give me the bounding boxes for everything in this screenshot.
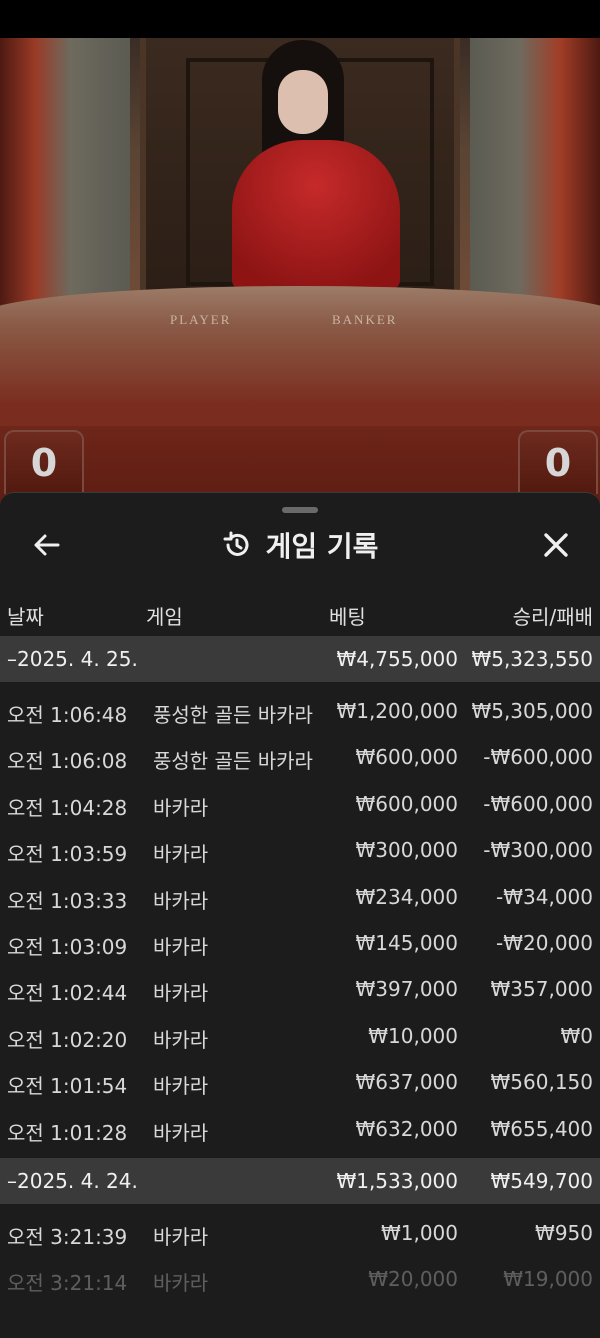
- row-time: 오전 1:04:28: [7, 795, 128, 820]
- column-header-result: 승리/패배: [512, 605, 593, 629]
- row-time: 오전 3:21:39: [7, 1224, 128, 1249]
- history-row[interactable]: 오전 1:01:28 바카라 ₩632,000 ₩655,400: [0, 1106, 600, 1152]
- row-result: ₩19,000: [503, 1267, 593, 1292]
- row-time: 오전 1:01:28: [7, 1120, 128, 1145]
- row-game: 바카라: [153, 1120, 209, 1145]
- row-result: ₩0: [560, 1023, 594, 1048]
- baccarat-table: [0, 286, 600, 426]
- history-row[interactable]: 오전 1:03:09 바카라 ₩145,000 -₩20,000: [0, 920, 600, 966]
- row-result: ₩357,000: [490, 977, 593, 1002]
- row-bet: ₩234,000: [355, 884, 458, 909]
- history-row[interactable]: 오전 1:03:33 바카라 ₩234,000 -₩34,000: [0, 874, 600, 920]
- history-row[interactable]: 오전 3:21:39 바카라 ₩1,000 ₩950: [0, 1210, 600, 1256]
- date-group-header[interactable]: –2025. 4. 25. ₩4,755,000 ₩5,323,550: [0, 636, 600, 682]
- group-total-result: ₩549,700: [490, 1168, 593, 1193]
- row-time: 오전 1:01:54: [7, 1074, 128, 1099]
- row-bet: ₩600,000: [355, 745, 458, 770]
- row-result: ₩5,305,000: [471, 699, 593, 723]
- row-result: ₩560,150: [490, 1070, 593, 1095]
- decor-wall-right: [470, 38, 600, 328]
- row-game: 바카라: [153, 795, 209, 820]
- row-game: 바카라: [153, 888, 209, 913]
- row-bet: ₩637,000: [355, 1070, 458, 1095]
- row-bet: ₩10,000: [368, 1023, 458, 1048]
- live-dealer-video: PLAYER BANKER 0 0: [0, 0, 600, 520]
- row-time: 오전 1:06:48: [7, 703, 128, 727]
- row-game: 바카라: [153, 934, 209, 959]
- row-game: 바카라: [153, 1224, 209, 1249]
- row-time: 오전 1:06:08: [7, 749, 128, 774]
- row-time: 오전 1:03:33: [7, 888, 128, 913]
- game-history-sheet: 게임 기록 날짜 게임 베팅 승리/패배 –2025. 4. 25. ₩4,75…: [0, 492, 600, 1338]
- row-bet: ₩1,200,000: [336, 699, 458, 723]
- row-time: 오전 1:02:20: [7, 1027, 128, 1052]
- row-time: 오전 1:02:44: [7, 981, 128, 1006]
- table-label-banker: BANKER: [332, 312, 398, 327]
- row-bet: ₩20,000: [368, 1267, 458, 1292]
- history-icon: [223, 531, 249, 556]
- row-result: ₩655,400: [490, 1116, 593, 1141]
- history-list: –2025. 4. 25. ₩4,755,000 ₩5,323,550 오전 1…: [0, 636, 600, 1303]
- history-row[interactable]: 오전 1:04:28 바카라 ₩600,000 -₩600,000: [0, 781, 600, 827]
- row-result: -₩600,000: [483, 791, 593, 816]
- group-date: –2025. 4. 25.: [7, 647, 138, 671]
- row-time: 오전 1:03:59: [7, 842, 128, 867]
- history-row[interactable]: 오전 1:01:54 바카라 ₩637,000 ₩560,150: [0, 1059, 600, 1105]
- row-result: -₩600,000: [483, 745, 593, 770]
- history-row[interactable]: 오전 1:02:20 바카라 ₩10,000 ₩0: [0, 1013, 600, 1059]
- column-header-game: 게임: [146, 605, 183, 629]
- row-game: 풍성한 골든 바카라: [153, 703, 313, 727]
- row-bet: ₩632,000: [355, 1116, 458, 1141]
- history-row[interactable]: 오전 1:06:08 풍성한 골든 바카라 ₩600,000 -₩600,000: [0, 734, 600, 780]
- group-total-bet: ₩1,533,000: [336, 1168, 458, 1193]
- group-total-bet: ₩4,755,000: [336, 647, 458, 671]
- history-row[interactable]: 오전 3:21:14 바카라 ₩20,000 ₩19,000: [0, 1256, 600, 1302]
- row-game: 바카라: [153, 981, 209, 1006]
- row-bet: ₩300,000: [355, 838, 458, 863]
- row-result: -₩300,000: [483, 838, 593, 863]
- group-date: –2025. 4. 24.: [7, 1168, 138, 1193]
- row-game: 바카라: [153, 842, 209, 867]
- decor-wall-left: [0, 38, 130, 328]
- sheet-header: 게임 기록: [0, 519, 600, 573]
- row-bet: ₩145,000: [355, 930, 458, 955]
- dealer-body: [232, 140, 400, 290]
- table-label-player: PLAYER: [170, 312, 232, 327]
- row-bet: ₩1,000: [380, 1220, 458, 1245]
- date-group-header[interactable]: –2025. 4. 24. ₩1,533,000 ₩549,700: [0, 1157, 600, 1204]
- column-headers: 날짜 게임 베팅 승리/패배: [0, 593, 600, 633]
- sheet-title: 게임 기록: [265, 530, 379, 563]
- banker-score: 0: [518, 430, 598, 494]
- row-result: -₩34,000: [496, 884, 593, 909]
- history-row[interactable]: 오전 1:02:44 바카라 ₩397,000 ₩357,000: [0, 966, 600, 1012]
- history-row[interactable]: 오전 1:06:48 풍성한 골든 바카라 ₩1,200,000 ₩5,305,…: [0, 688, 600, 734]
- row-game: 바카라: [153, 1271, 209, 1296]
- close-icon: [544, 533, 568, 557]
- column-header-bet: 베팅: [329, 605, 366, 629]
- row-bet: ₩397,000: [355, 977, 458, 1002]
- row-game: 바카라: [153, 1027, 209, 1052]
- row-game: 풍성한 골든 바카라: [153, 749, 313, 774]
- group-total-result: ₩5,323,550: [471, 647, 593, 671]
- row-bet: ₩600,000: [355, 791, 458, 816]
- row-time: 오전 1:03:09: [7, 934, 128, 959]
- sheet-drag-handle[interactable]: [282, 507, 318, 513]
- row-result: -₩20,000: [496, 930, 593, 955]
- row-time: 오전 3:21:14: [7, 1271, 128, 1296]
- row-game: 바카라: [153, 1074, 209, 1099]
- dealer-face: [278, 70, 328, 134]
- sheet-title-group: 게임 기록: [0, 525, 600, 565]
- player-score: 0: [4, 430, 84, 494]
- column-header-date: 날짜: [7, 605, 44, 629]
- row-result: ₩950: [535, 1220, 593, 1245]
- history-row[interactable]: 오전 1:03:59 바카라 ₩300,000 -₩300,000: [0, 827, 600, 873]
- close-button[interactable]: [536, 525, 576, 565]
